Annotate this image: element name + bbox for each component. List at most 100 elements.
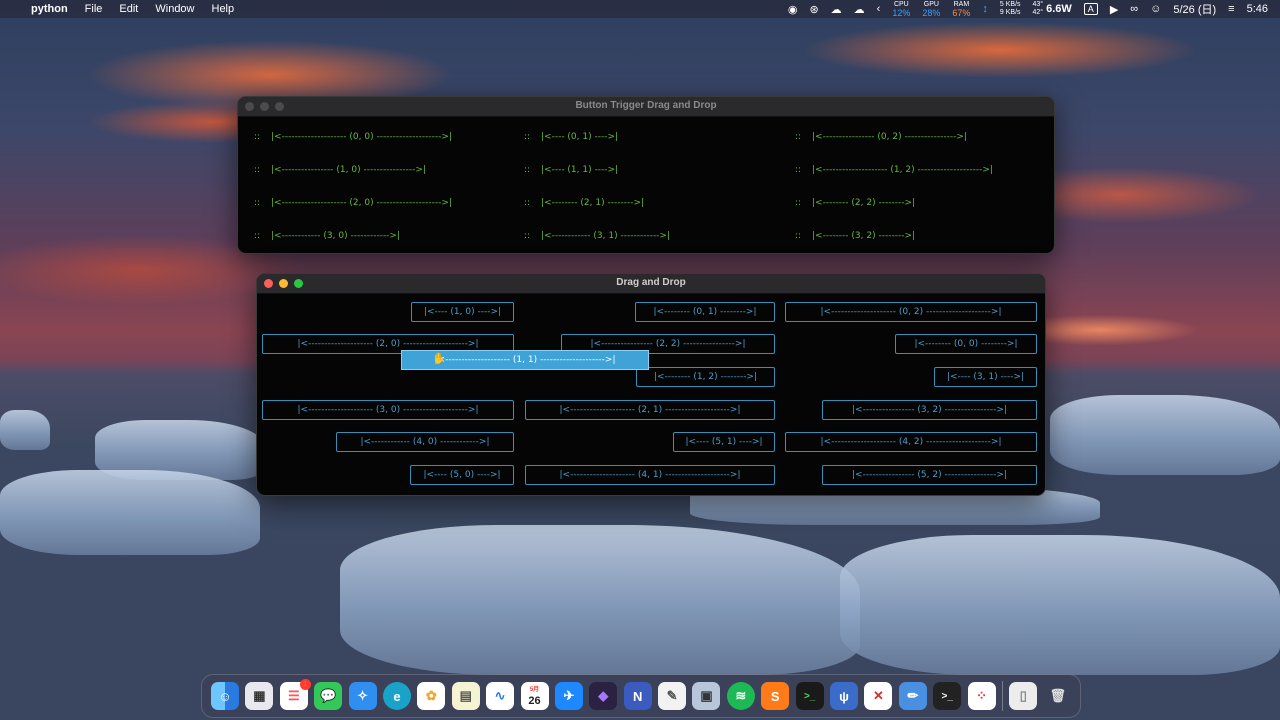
network-stat[interactable]: 5 KB/s 9 KB/s (1000, 1, 1021, 17)
dnd-button[interactable]: |<-------------------- (2, 1) ----------… (525, 400, 775, 420)
reminders-badge: 1 (299, 679, 311, 690)
net-down: 9 KB/s (999, 9, 1021, 16)
sync-icon[interactable]: ⊛ (809, 3, 818, 16)
reminders-icon[interactable]: ☰ 1 (279, 679, 311, 710)
dnd-button[interactable]: |<-------------------- (3, 0) ----------… (262, 400, 514, 420)
notion-icon[interactable]: N (623, 682, 652, 710)
dnd-button[interactable]: |<---- (5, 0) ---->| (410, 465, 514, 485)
notion-letter: N (632, 688, 643, 704)
notes-icon[interactable]: ▤ (451, 682, 480, 710)
terminal2-icon[interactable]: >_ (933, 682, 962, 710)
finder-icon[interactable]: ☺ (211, 682, 239, 710)
trigger-item-label: |<---------------- (1, 0) --------------… (271, 165, 426, 175)
trash-icon[interactable]: 🗑 (1044, 682, 1072, 710)
time[interactable]: 5:46 (1247, 3, 1268, 15)
ram-stat[interactable]: RAM 67% (952, 1, 970, 18)
drag-grip-icon[interactable]: :: (795, 198, 801, 208)
app-menu[interactable]: python (31, 3, 68, 15)
window-title: Button Trigger Drag and Drop (575, 100, 717, 111)
safari-icon[interactable]: ✧ (348, 682, 377, 710)
drag-grip-icon[interactable]: :: (254, 132, 260, 142)
trigger-item-label: |<-------- (2, 1) -------->| (541, 198, 645, 208)
drag-grip-icon[interactable]: :: (795, 231, 801, 241)
dnd-button[interactable]: |<-------------------- (4, 1) ----------… (525, 465, 775, 485)
dnd-button[interactable]: |<-------- (0, 1) -------->| (635, 302, 775, 322)
iceberg (340, 525, 860, 675)
photos-icon[interactable]: ✿ (417, 682, 446, 710)
cloud-icon[interactable]: ☁ (854, 3, 865, 16)
control-center-icon[interactable]: ≡ (1228, 3, 1234, 15)
trigger-item-label: |<---------------- (0, 2) --------------… (812, 132, 967, 142)
menu-help[interactable]: Help (212, 3, 235, 15)
terminal-icon[interactable]: >_ (795, 682, 824, 710)
obsidian-icon[interactable]: ◆ (589, 682, 618, 710)
gpu-stat[interactable]: GPU 28% (922, 1, 941, 18)
dnd-button[interactable]: |<---------------- (5, 2) --------------… (822, 465, 1037, 485)
xcode-icon[interactable]: ✕ (864, 682, 893, 710)
drag-grip-icon[interactable]: :: (795, 165, 801, 175)
dnd-button[interactable]: |<---- (3, 1) ---->| (934, 367, 1037, 387)
spotify-icon[interactable]: ≋ (726, 682, 755, 710)
grab-cursor-icon: ✋ (432, 353, 446, 365)
iceberg (1050, 395, 1280, 475)
sublime-icon[interactable]: S (761, 682, 790, 710)
cloud-check-icon[interactable]: ☁ (831, 3, 842, 16)
freeform-icon[interactable]: ∿ (486, 682, 515, 710)
drag-grip-icon[interactable]: :: (795, 132, 801, 142)
iceberg (0, 470, 260, 555)
chevron-left-icon[interactable]: ‹ (877, 3, 881, 15)
preview-icon[interactable]: ▣ (692, 682, 721, 710)
palette-icon[interactable]: ⁘ (967, 682, 996, 710)
dock: ☺ ▦ ☰ 1 💬 ✧ e ✿ ▤ ∿ 5月 26 ✈ ◆ N ✎ ▣ ≋ S >… (201, 674, 1081, 718)
textedit-icon[interactable]: ✎ (658, 682, 687, 710)
dnd-button[interactable]: |<---------------- (3, 2) --------------… (822, 400, 1037, 420)
network-arrows-icon: ↕ (982, 3, 988, 15)
downloads-icon[interactable]: ▯ (1009, 682, 1038, 710)
trigger-item-label: |<---- (0, 1) ---->| (541, 132, 619, 142)
menu-window[interactable]: Window (155, 3, 194, 15)
pencil-icon[interactable]: ✏ (898, 682, 927, 710)
iceberg (0, 410, 50, 450)
cpu-stat[interactable]: CPU 12% (892, 1, 910, 18)
power-value: 6.6W (1046, 3, 1072, 15)
drag-grip-icon[interactable]: :: (254, 165, 260, 175)
calendar-day: 26 (528, 695, 541, 707)
temp-top: 43° (1032, 1, 1044, 8)
drag-grip-icon[interactable]: :: (524, 165, 530, 175)
temp-bottom: 42° (1032, 9, 1044, 16)
dnd-button[interactable]: |<---- (5, 1) ---->| (673, 432, 775, 452)
launchpad-icon[interactable]: ▦ (245, 682, 274, 710)
dnd-button[interactable]: |<---- (1, 0) ---->| (411, 302, 514, 322)
gpu-value: 28% (922, 8, 941, 18)
drag-grip-icon[interactable]: :: (524, 198, 530, 208)
edge-icon[interactable]: e (382, 682, 411, 710)
dnd-button[interactable]: |<-------- (0, 0) -------->| (895, 334, 1037, 354)
drag-grip-icon[interactable]: :: (254, 198, 260, 208)
dnd-button[interactable]: |<-------------------- (4, 2) ----------… (785, 432, 1037, 452)
dnd-button[interactable]: |<-------------------- (0, 2) ----------… (785, 302, 1037, 322)
date[interactable]: 5/26 (日) (1173, 1, 1216, 17)
window-title: Drag and Drop (616, 277, 686, 288)
input-source[interactable]: A (1083, 3, 1098, 15)
user-icon[interactable]: ☺ (1150, 3, 1161, 15)
messages-icon[interactable]: 💬 (314, 682, 343, 710)
menu-bar: python File Edit Window Help ◉ ⊛ ☁ ☁ ‹ C… (0, 0, 1280, 18)
menu-edit[interactable]: Edit (119, 3, 138, 15)
trigger-item-label: |<-------------------- (1, 2) ----------… (812, 165, 993, 175)
play-icon[interactable]: ▶ (1110, 3, 1118, 16)
trigger-item-label: |<-------------------- (2, 0) ----------… (271, 198, 452, 208)
calendar-icon[interactable]: 5月 26 (520, 682, 549, 710)
sensor-stat[interactable]: 43° 42° 6.6W (1033, 1, 1072, 17)
title-bar[interactable]: Drag and Drop (257, 274, 1045, 294)
dnd-button[interactable]: |<------------ (4, 0) ------------>| (336, 432, 514, 452)
drag-grip-icon[interactable]: :: (524, 132, 530, 142)
drag-grip-icon[interactable]: :: (254, 231, 260, 241)
fork-icon[interactable]: ψ (830, 682, 859, 710)
testflight-icon[interactable]: ✈ (554, 682, 583, 710)
dnd-button[interactable]: |<-------- (1, 2) -------->| (636, 367, 775, 387)
drag-grip-icon[interactable]: :: (524, 231, 530, 241)
menu-file[interactable]: File (85, 3, 103, 15)
title-bar[interactable]: Button Trigger Drag and Drop (238, 97, 1054, 117)
link-icon[interactable]: ∞ (1130, 3, 1138, 15)
record-icon[interactable]: ◉ (788, 3, 798, 16)
